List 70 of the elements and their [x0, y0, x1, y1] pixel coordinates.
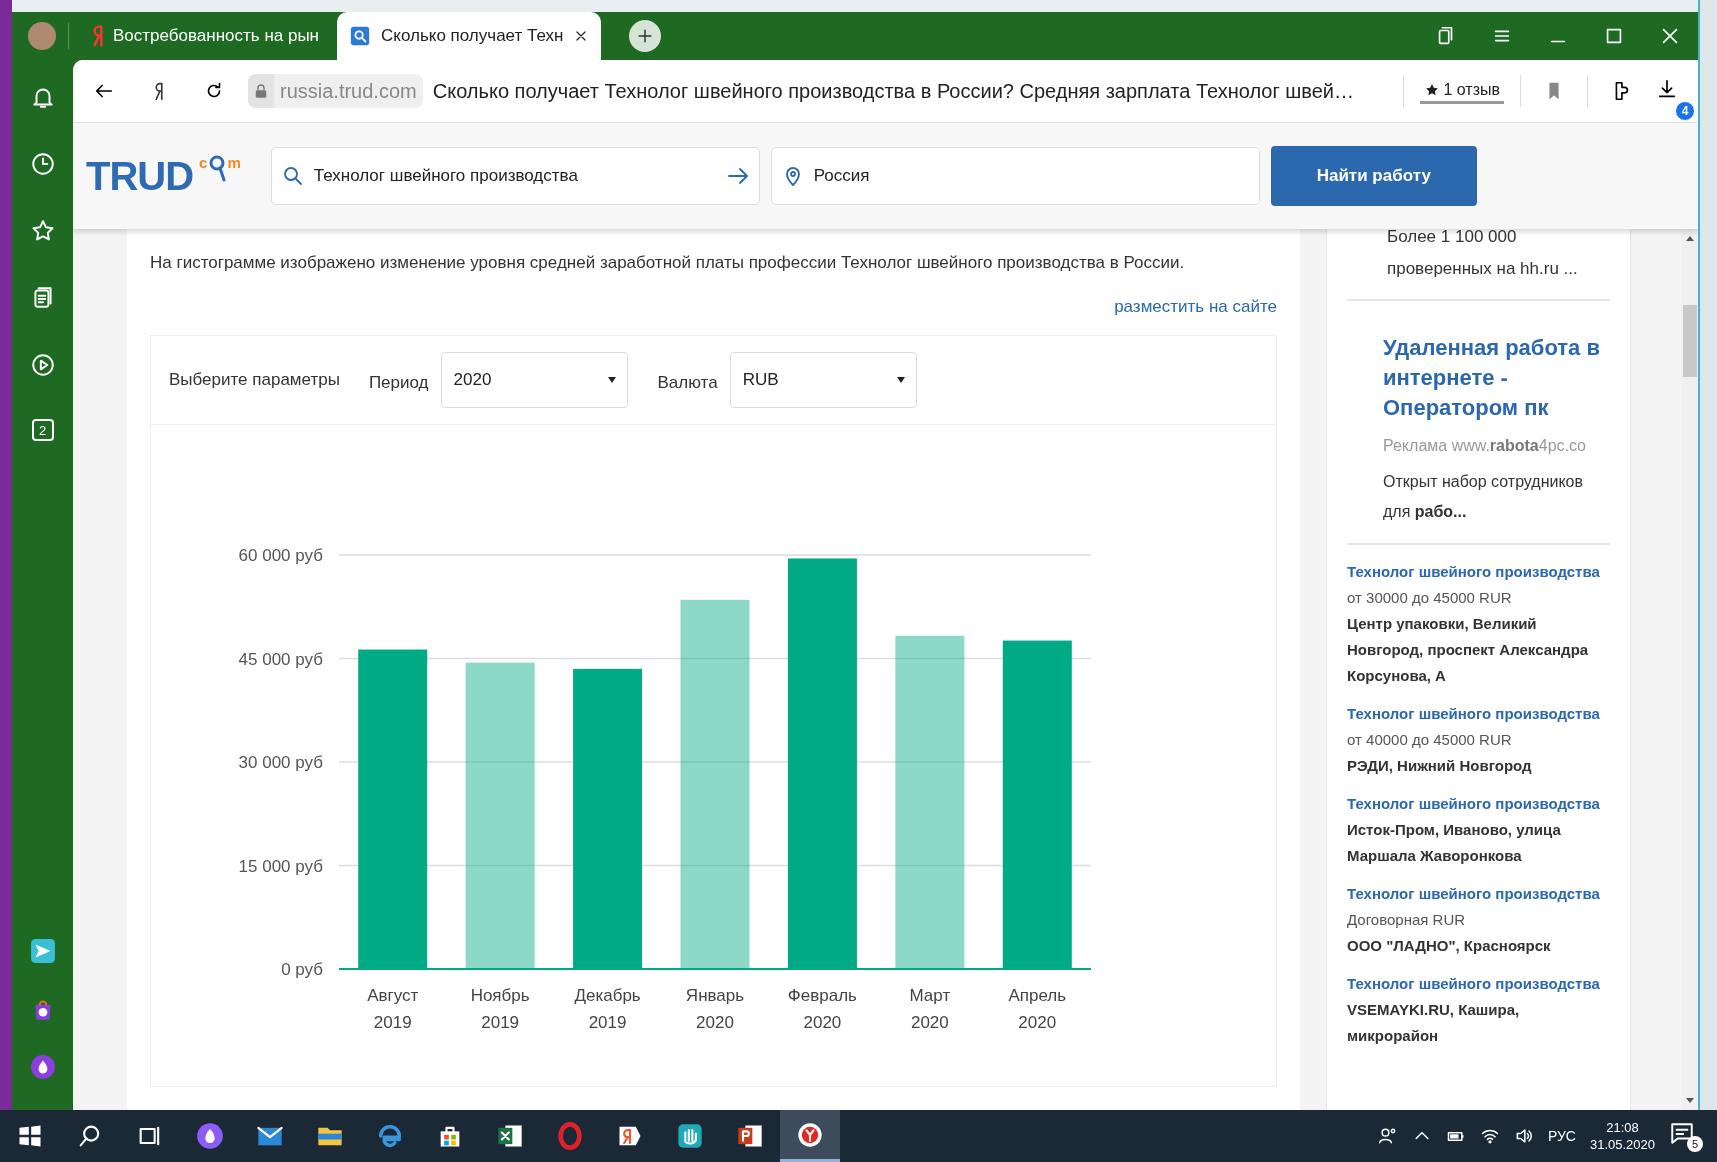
- find-job-button[interactable]: Найти работу: [1270, 146, 1477, 206]
- play-icon[interactable]: [29, 352, 56, 378]
- logo-text[interactable]: TRUD: [86, 153, 194, 199]
- y-axis-label: 30 000 руб: [238, 753, 323, 772]
- scrollbar[interactable]: [1681, 229, 1698, 1110]
- voice-assistant-icon[interactable]: [29, 1054, 56, 1080]
- search-field[interactable]: Технолог швейного производства: [270, 147, 760, 205]
- job-title-link[interactable]: Технолог швейного производства: [1347, 559, 1610, 585]
- x-axis-label: Март 2020: [909, 986, 951, 1032]
- x-axis-label: Апрель 2020: [1008, 986, 1067, 1032]
- voice-assistant-icon: [196, 1122, 224, 1150]
- letter-o-icon: [556, 1122, 584, 1150]
- clock-icon[interactable]: [29, 151, 56, 177]
- tabs-count-icon[interactable]: 2: [31, 419, 54, 441]
- ad-text: Более 1 100 000 проверенных на hh.ru ...: [1387, 226, 1579, 280]
- download-count-badge: 4: [1675, 101, 1695, 121]
- letter-ya-icon: [93, 25, 103, 47]
- ad-source: Реклама www.rabota4pc.co: [1383, 437, 1587, 455]
- period-label: Период: [368, 373, 429, 393]
- x-axis-label: Январь 2020: [685, 986, 745, 1032]
- y-axis-label: 0 руб: [281, 960, 323, 979]
- job-salary: от 30000 до 45000 RUR: [1347, 588, 1513, 608]
- job-title-link[interactable]: Технолог швейного производства: [1347, 881, 1610, 907]
- browser-e-icon: [376, 1122, 404, 1150]
- x-axis-label: Август 2019: [367, 986, 419, 1032]
- chart-description: На гистограмме изображено изменение уровня средней заработной платы профессии Технолог швейного производства в России.: [150, 253, 1186, 273]
- currency-label: Валюта: [657, 373, 718, 393]
- hand-icon: [676, 1122, 704, 1150]
- caret-icon: [895, 376, 906, 384]
- browser-tab[interactable]: Востребованность на рын: [81, 12, 331, 60]
- download-icon[interactable]: [1656, 78, 1678, 100]
- reviews-link[interactable]: 1 отзыв: [1420, 78, 1504, 104]
- page-title: Сколько получает Технолог швейного производства в России? Средняя зарплата Технолог швей…: [432, 79, 1355, 103]
- embed-link[interactable]: разместить на сайте: [1114, 297, 1277, 317]
- period-select[interactable]: 2020: [440, 352, 628, 408]
- job-title-link[interactable]: Технолог швейного производства: [1347, 701, 1610, 727]
- y-axis-label: 15 000 руб: [238, 856, 323, 876]
- new-tab-button[interactable]: [629, 20, 662, 52]
- job-title-link[interactable]: Технолог швейного производства: [1347, 971, 1610, 997]
- send-app-icon[interactable]: [29, 938, 56, 964]
- job-company: Исток-Пром, Иваново, улица Маршала Жаворонкова: [1347, 820, 1562, 866]
- currency-select[interactable]: RUB: [729, 352, 917, 408]
- job-company: VSEMAYKI.RU, Кашира, микрорайон: [1347, 1000, 1521, 1046]
- job-company: ООО "ЛАДНО", Красноярск: [1347, 936, 1552, 956]
- job-salary: от 40000 до 45000 RUR: [1347, 730, 1513, 750]
- x-axis-label: Декабрь 2019: [574, 986, 641, 1032]
- url-field[interactable]: russia.trud.com: [248, 74, 423, 108]
- job-company: РЭДИ, Нижний Новгород: [1347, 756, 1533, 776]
- x-axis-label: Ноябрь 2019: [470, 986, 530, 1032]
- job-company: Центр упаковки, Великий Новгород, проспект Александра Корсунова, А: [1347, 614, 1590, 686]
- scrollbar-thumb[interactable]: [1682, 305, 1697, 377]
- y-axis-label: 60 000 руб: [238, 546, 323, 565]
- job-title-link[interactable]: Технолог швейного производства: [1347, 791, 1610, 817]
- browser-tab[interactable]: Сколько получает Техн: [337, 12, 602, 60]
- magnifier-icon[interactable]: [207, 153, 228, 184]
- notifications-button[interactable]: 5: [1669, 1120, 1703, 1152]
- params-label: Выберите параметры: [169, 370, 340, 390]
- y-axis-label: 45 000 руб: [238, 649, 323, 669]
- ad-text: Открыт набор сотрудников для рабо...: [1383, 472, 1583, 522]
- language-indicator[interactable]: РУС: [1547, 1128, 1576, 1144]
- ad-title-link[interactable]: Удаленная работа в интернете - Оператором пк: [1383, 333, 1611, 423]
- job-salary: Договорная RUR: [1347, 910, 1467, 930]
- browser-y-icon: [796, 1120, 824, 1149]
- caret-icon: [606, 376, 617, 384]
- taskbar-button[interactable]: [780, 1110, 840, 1162]
- search-page-icon: [349, 25, 371, 47]
- people-icon[interactable]: [1377, 1126, 1398, 1146]
- clock[interactable]: 21:08 31.05.2020: [1589, 1119, 1655, 1153]
- x-axis-label: Февраль 2020: [787, 986, 857, 1032]
- location-field[interactable]: Россия: [770, 147, 1260, 205]
